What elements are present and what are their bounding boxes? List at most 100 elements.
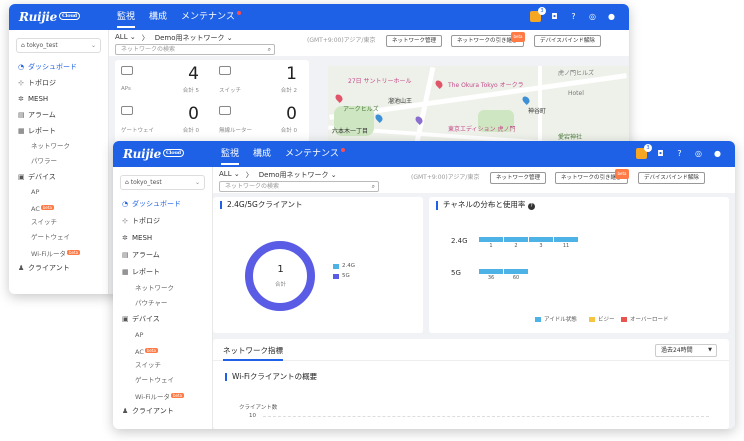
user-icon[interactable]: ● <box>606 11 617 22</box>
channel-label: 36 <box>487 275 495 281</box>
legend-swatch <box>333 273 339 279</box>
network-manage-button[interactable]: ネットワーク管理 <box>490 172 547 184</box>
stat-label: ゲートウェイ <box>121 128 155 134</box>
legend-5g: 5G <box>333 273 350 279</box>
stat-gateway[interactable]: 0 ゲートウェイ 合計 0 <box>115 104 205 138</box>
globe-icon[interactable]: ◎ <box>587 11 598 22</box>
stat-aps[interactable]: 4 APs 合計 5 <box>115 64 205 98</box>
main-area: ALL ⌄ 〉 Demo用ネットワーク ⌄ ネットワークの検索 ⌕ (GMT+9:00… <box>213 167 735 429</box>
sidebar-sub-power[interactable]: パワラー <box>9 154 108 169</box>
network-manage-button[interactable]: ネットワーク管理 <box>386 35 443 47</box>
search-input[interactable]: ネットワークの検索 ⌕ <box>219 181 379 192</box>
sidebar-item-alarm[interactable]: ▤ アラーム <box>113 247 212 264</box>
bag-icon[interactable]: 3 <box>530 7 546 22</box>
sidebar-item-report[interactable]: ▦ レポート <box>113 264 212 281</box>
dashboard-icon: ◔ <box>18 63 25 71</box>
sidebar-item-mesh[interactable]: ✲ MESH <box>9 91 108 107</box>
crumb-all[interactable]: ALL ⌄ <box>115 33 136 43</box>
legend-busy: ビジー <box>589 315 615 323</box>
sidebar-sub-switch[interactable]: スイッチ <box>113 358 212 373</box>
map-label: 東京エディション 虎ノ門 <box>448 126 516 133</box>
stat-label: 無線ルーター <box>219 128 253 134</box>
network-handover-button[interactable]: ネットワークの引き継ぎ beta <box>451 32 525 47</box>
help-icon[interactable]: ? <box>568 11 579 22</box>
sidebar-item-devices[interactable]: ▣ デバイス <box>9 169 108 185</box>
sidebar-sub-ac[interactable]: AC beta <box>113 343 212 358</box>
time-range-select[interactable]: 過去24時間 ▼ <box>655 344 717 357</box>
device-unbind-button[interactable]: デバイスバインド解除 <box>638 172 705 184</box>
map-pin-icon <box>521 95 531 105</box>
beta-badge: beta <box>144 348 158 353</box>
nav-maintenance[interactable]: メンテナンス <box>181 4 241 30</box>
sidebar-sub-ap[interactable]: AP <box>113 328 212 343</box>
settings-icon[interactable]: ◘ <box>655 148 666 159</box>
sidebar-item-devices[interactable]: ▣ デバイス <box>113 311 212 328</box>
nav-maintenance[interactable]: メンテナンス <box>285 141 345 167</box>
sidebar-sub-gateway[interactable]: ゲートウェイ <box>113 373 212 388</box>
sidebar-item-clients[interactable]: ♟ クライアント <box>113 403 212 420</box>
chevron-down-icon: ⌄ <box>90 42 96 49</box>
stat-router[interactable]: 0 無線ルーター 合計 0 <box>213 104 303 138</box>
sidebar-item-topology[interactable]: ⊹ トポロジ <box>9 75 108 91</box>
device-unbind-button[interactable]: デバイスバインド解除 <box>534 35 601 47</box>
channel-bar[interactable]: 11 <box>554 237 578 249</box>
info-icon[interactable]: ? <box>527 203 535 210</box>
beta-badge: beta <box>171 393 185 398</box>
crumb-network[interactable]: Demo用ネットワーク ⌄ <box>155 33 233 43</box>
sidebar-item-alarm[interactable]: ▤ アラーム <box>9 107 108 123</box>
sidebar-item-mesh[interactable]: ✲ MESH <box>113 230 212 247</box>
sidebar-item-report[interactable]: ▦ レポート <box>9 123 108 139</box>
sidebar-item-dashboard[interactable]: ◔ ダッシュボード <box>113 196 212 213</box>
channel-bar[interactable]: 1 <box>479 237 503 249</box>
crumb-all[interactable]: ALL ⌄ <box>219 170 240 180</box>
sidebar-label: レポート <box>28 127 56 135</box>
nav-monitor[interactable]: 監視 <box>221 141 240 167</box>
map-label: 神谷町 <box>528 108 547 115</box>
crumb-network[interactable]: Demo用ネットワーク ⌄ <box>259 170 337 180</box>
tab-network-metrics[interactable]: ネットワーク指標 <box>223 345 283 361</box>
channel-label: 11 <box>562 243 570 249</box>
beta-badge: beta <box>511 32 525 42</box>
channel-bar[interactable]: 36 <box>479 269 503 281</box>
nav-config[interactable]: 構成 <box>149 4 167 30</box>
channel-bar[interactable]: 60 <box>504 269 528 281</box>
stat-total: 合計 0 <box>182 128 199 134</box>
y-tick-label: 10 <box>249 413 256 419</box>
sidebar-sub-switch[interactable]: スイッチ <box>9 215 108 230</box>
ruijie-logo[interactable]: Ruijie Cloud <box>19 10 80 24</box>
globe-icon[interactable]: ◎ <box>693 148 704 159</box>
sidebar-sub-network[interactable]: ネットワーク <box>9 139 108 154</box>
sidebar-sub-power[interactable]: パウチャー <box>113 296 212 311</box>
sidebar-label: アラーム <box>132 251 160 259</box>
nav-config[interactable]: 構成 <box>253 141 271 167</box>
channel-bar[interactable]: 3 <box>529 237 553 249</box>
channel-bar[interactable]: 2 <box>504 237 528 249</box>
ruijie-logo[interactable]: Ruijie Cloud <box>123 147 184 161</box>
sidebar-sub-gateway[interactable]: ゲートウェイ <box>9 230 108 245</box>
channel-bar-fill <box>479 237 503 242</box>
tenant-select[interactable]: ⌂ tokyo_test ⌄ <box>120 175 205 190</box>
sidebar-sub-ap[interactable]: AP <box>9 185 108 200</box>
search-placeholder: ネットワークの検索 <box>225 183 280 190</box>
sidebar-sub-wifi-router[interactable]: Wi-Fiルータ beta <box>113 388 212 403</box>
nav-monitor[interactable]: 監視 <box>117 4 136 30</box>
clients-donut-chart[interactable] <box>243 239 318 314</box>
sidebar-item-topology[interactable]: ⊹ トポロジ <box>113 213 212 230</box>
legend-overload: オーバーロード <box>621 315 668 323</box>
settings-icon[interactable]: ◘ <box>549 11 560 22</box>
channel-bar-fill <box>504 269 528 274</box>
bag-icon[interactable]: 3 <box>636 144 652 159</box>
tenant-select[interactable]: ⌂ tokyo_test ⌄ <box>16 38 101 53</box>
sidebar-sub-ac[interactable]: AC beta <box>9 200 108 215</box>
sidebar-item-dashboard[interactable]: ◔ ダッシュボード <box>9 59 108 75</box>
sidebar-sub-network[interactable]: ネットワーク <box>113 281 212 296</box>
alarm-icon: ▤ <box>18 111 25 119</box>
notify-dot <box>236 11 241 15</box>
sidebar-item-clients[interactable]: ♟ クライアント <box>9 260 108 276</box>
help-icon[interactable]: ? <box>674 148 685 159</box>
user-icon[interactable]: ● <box>712 148 723 159</box>
network-handover-button[interactable]: ネットワークの引き継ぎ beta <box>555 169 629 184</box>
sidebar-sub-wifi-router[interactable]: Wi-Fiルータ beta <box>9 245 108 260</box>
search-input[interactable]: ネットワークの検索 ⌕ <box>115 44 275 55</box>
stat-switch[interactable]: 1 スイッチ 合計 2 <box>213 64 303 98</box>
